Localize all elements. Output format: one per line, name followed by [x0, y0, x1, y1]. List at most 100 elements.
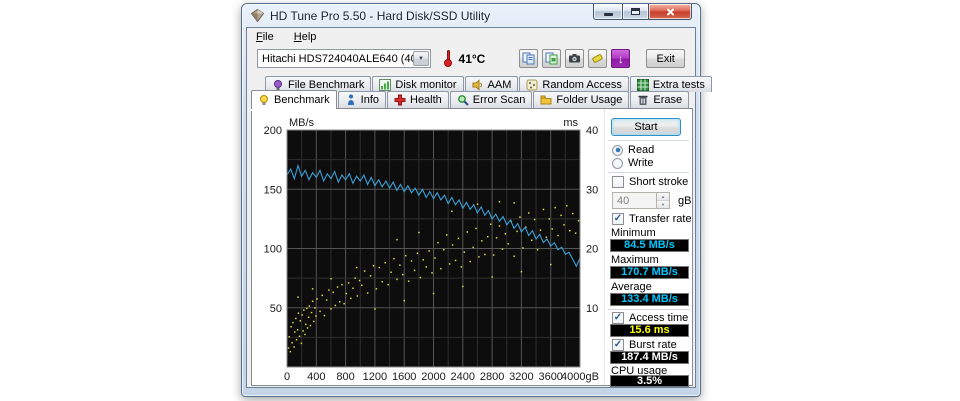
copy-image-icon [545, 52, 558, 65]
tab-label: Folder Usage [556, 94, 622, 106]
access-time-readout: 15.6 ms [629, 325, 669, 336]
radio-icon [612, 158, 623, 169]
svg-text:4000gB: 4000gB [561, 371, 599, 383]
svg-text:30: 30 [586, 184, 598, 196]
svg-text:1200: 1200 [363, 371, 387, 383]
spin-up-icon[interactable]: ▲ [657, 193, 669, 201]
svg-text:400: 400 [307, 371, 325, 383]
tab-label: Erase [653, 94, 682, 106]
stroke-unit-label: gB [678, 195, 691, 207]
checkbox-checked-icon: ✓ [612, 213, 624, 225]
spin-down-icon[interactable]: ▼ [657, 201, 669, 208]
benchmark-panel: MB/sms2001501005040302010040080012001600… [251, 108, 693, 386]
bar-chart-icon [379, 79, 391, 91]
tab-label: Error Scan [473, 94, 526, 106]
stroke-size-stepper: 40 ▲ ▼ gB [612, 192, 691, 209]
tab-label: Info [361, 94, 379, 106]
highlighter-icon [591, 52, 604, 65]
divider [608, 172, 689, 173]
average-label: Average [611, 281, 652, 293]
maximize-button[interactable] [622, 4, 649, 20]
maximum-value: 170.7 MB/s [610, 266, 689, 279]
tab-disk-monitor[interactable]: Disk monitor [372, 76, 463, 92]
svg-text:150: 150 [264, 184, 282, 196]
screenshot-button[interactable] [565, 49, 584, 68]
app-icon [251, 9, 264, 22]
read-radio[interactable]: Read [612, 144, 654, 156]
bulb-purple-icon [272, 79, 284, 91]
average-value: 133.4 MB/s [610, 293, 689, 306]
short-stroke-checkbox[interactable]: Short stroke [612, 176, 688, 188]
thermometer-icon [443, 50, 452, 67]
cpu-usage-readout: 3.5% [637, 376, 662, 387]
drive-select-value: Hitachi HDS724040ALE640 (4000 gB) [258, 53, 413, 65]
stroke-size-input[interactable]: 40 [612, 192, 657, 209]
copy-image-button[interactable] [542, 49, 561, 68]
write-radio[interactable]: Write [612, 157, 653, 169]
write-label: Write [628, 157, 653, 169]
stepper-buttons[interactable]: ▲ ▼ [657, 192, 670, 209]
menubar: File Help [247, 28, 695, 45]
start-button[interactable]: Start [611, 118, 681, 136]
app-window: HD Tune Pro 5.50 - Hard Disk/SSD Utility… [241, 3, 701, 397]
tab-info[interactable]: Info [338, 91, 386, 108]
tab-folder-usage[interactable]: Folder Usage [533, 91, 629, 108]
divider [608, 140, 689, 141]
tab-label: Benchmark [274, 94, 330, 106]
drive-select[interactable]: Hitachi HDS724040ALE640 (4000 gB) ▼ [257, 49, 431, 68]
transfer-rate-checkbox[interactable]: ✓ Transfer rate [612, 213, 692, 225]
svg-text:MB/s: MB/s [289, 117, 315, 129]
tab-extra-tests[interactable]: Extra tests [630, 76, 712, 92]
svg-text:40: 40 [586, 125, 598, 137]
bulb-yellow-icon [258, 94, 270, 106]
tabstrip: File Benchmark Disk monitor AAM Random A… [247, 76, 695, 108]
svg-text:3600: 3600 [538, 371, 562, 383]
save-results-button[interactable]: ↓ [611, 49, 630, 68]
access-time-checkbox[interactable]: ✓ Access time [612, 312, 688, 324]
tab-label: Health [410, 94, 442, 106]
tab-benchmark[interactable]: Benchmark [251, 90, 337, 109]
exit-button[interactable]: Exit [646, 49, 685, 68]
checkbox-checked-icon: ✓ [612, 312, 624, 324]
tab-error-scan[interactable]: Error Scan [450, 91, 533, 108]
chevron-down-icon[interactable]: ▼ [413, 51, 429, 66]
copy-icon [522, 52, 535, 65]
svg-text:100: 100 [264, 244, 282, 256]
burst-rate-value: 187.4 MB/s [610, 351, 689, 364]
radio-selected-icon [612, 145, 623, 156]
tab-label: Random Access [542, 79, 621, 91]
health-cross-icon [394, 94, 406, 106]
access-time-value: 15.6 ms [610, 324, 689, 337]
tab-label: Disk monitor [395, 79, 456, 91]
burst-rate-checkbox[interactable]: ✓ Burst rate [612, 339, 677, 351]
tab-erase[interactable]: Erase [630, 91, 689, 108]
svg-text:2800: 2800 [480, 371, 504, 383]
exit-label: Exit [657, 53, 675, 65]
window-title: HD Tune Pro 5.50 - Hard Disk/SSD Utility [270, 9, 490, 23]
benchmark-chart: MB/sms2001501005040302010040080012001600… [252, 109, 604, 385]
tab-aam[interactable]: AAM [465, 76, 519, 92]
menu-help[interactable]: Help [292, 31, 319, 43]
copy-button[interactable] [519, 49, 538, 68]
divider [608, 309, 689, 310]
svg-text:200: 200 [264, 125, 282, 137]
titlebar[interactable]: HD Tune Pro 5.50 - Hard Disk/SSD Utility [242, 4, 700, 27]
highlight-button[interactable] [588, 49, 607, 68]
short-stroke-label: Short stroke [629, 176, 688, 188]
tab-health[interactable]: Health [387, 91, 449, 108]
close-button[interactable] [649, 4, 692, 20]
svg-text:50: 50 [270, 303, 282, 315]
grid-chart-icon [637, 79, 649, 91]
menu-file[interactable]: File [254, 31, 276, 43]
minimum-label: Minimum [611, 227, 656, 239]
maximum-readout: 170.7 MB/s [621, 267, 678, 278]
close-icon [665, 6, 676, 17]
tab-label: File Benchmark [288, 79, 364, 91]
minimize-button[interactable] [593, 4, 622, 20]
tab-random-access[interactable]: Random Access [519, 76, 628, 92]
maximize-icon [631, 8, 640, 15]
average-readout: 133.4 MB/s [621, 294, 678, 305]
folder-icon [540, 94, 552, 106]
camera-icon [568, 52, 581, 65]
maximum-label: Maximum [611, 254, 659, 266]
